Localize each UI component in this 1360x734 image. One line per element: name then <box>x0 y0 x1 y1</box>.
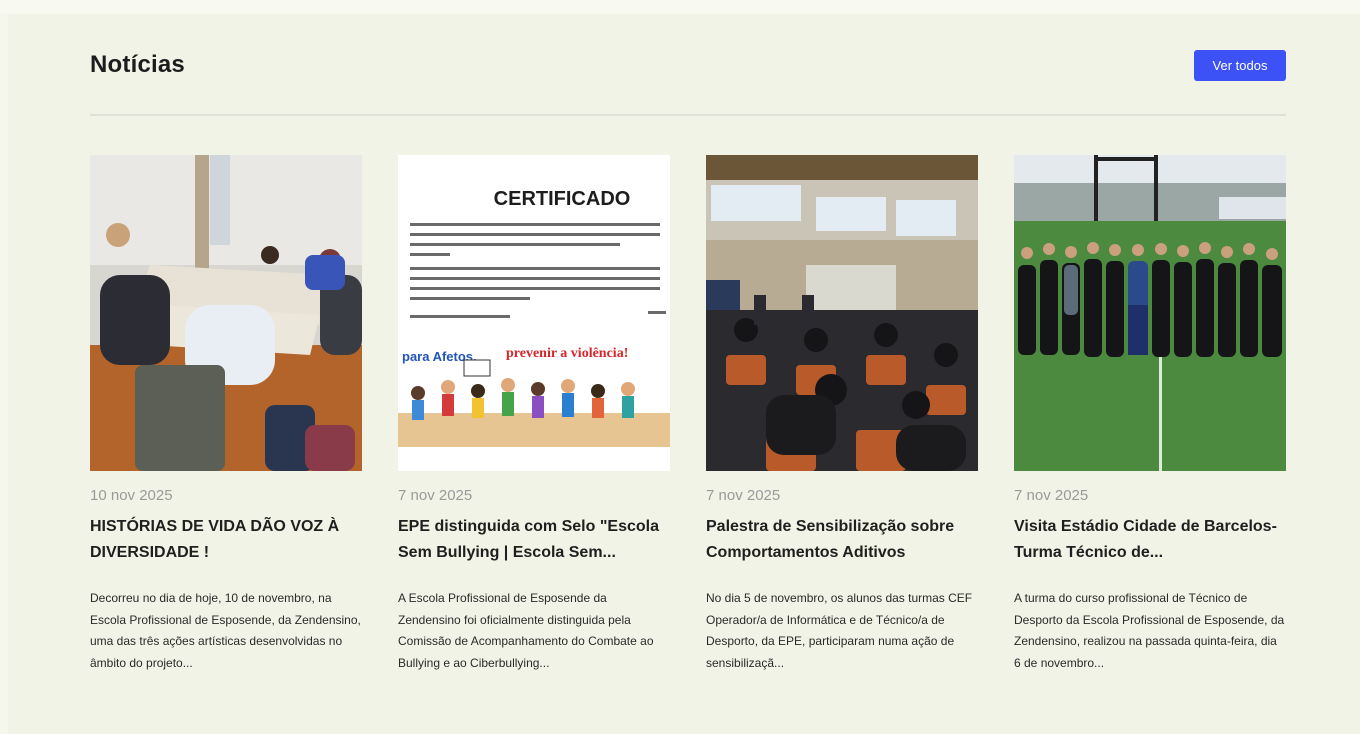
certificate-heading: CERTIFICADO <box>494 188 631 210</box>
news-date: 10 nov 2025 <box>90 487 173 504</box>
section-title: Notícias <box>90 51 185 78</box>
news-title[interactable]: Visita Estádio Cidade de Barcelos- Turma… <box>1014 514 1286 566</box>
section-divider <box>90 114 1286 116</box>
news-excerpt: A turma do curso profissional de Técnico… <box>1014 591 1285 670</box>
news-card[interactable]: 10 nov 2025 HISTÓRIAS DE VIDA DÃO VOZ À … <box>90 155 362 674</box>
news-card[interactable]: 7 nov 2025 Palestra de Sensibilização so… <box>706 155 978 674</box>
news-excerpt: Decorreu no dia de hoje, 10 de novembro,… <box>90 591 361 670</box>
news-excerpt: No dia 5 de novembro, os alunos das turm… <box>706 591 973 670</box>
news-excerpt: A Escola Profissional de Esposende da Ze… <box>398 591 654 670</box>
top-strip <box>0 0 1360 14</box>
news-image-stadium[interactable] <box>1014 155 1286 471</box>
news-date: 7 nov 2025 <box>398 487 473 504</box>
news-title[interactable]: HISTÓRIAS DE VIDA DÃO VOZ À DIVERSIDADE … <box>90 514 362 566</box>
news-card[interactable]: 7 nov 2025 Visita Estádio Cidade de Barc… <box>1014 155 1286 674</box>
see-all-button[interactable]: Ver todos <box>1194 50 1286 81</box>
news-date: 7 nov 2025 <box>1014 487 1089 504</box>
news-card[interactable]: CERTIFICADO para Afetos. prevenir a viol… <box>398 155 670 674</box>
news-image-classroom[interactable] <box>90 155 362 471</box>
news-title[interactable]: EPE distinguida com Selo "Escola Sem Bul… <box>398 514 670 566</box>
news-date: 7 nov 2025 <box>706 487 781 504</box>
news-title[interactable]: Palestra de Sensibilização sobre Comport… <box>706 514 978 566</box>
news-image-certificate[interactable]: CERTIFICADO para Afetos. prevenir a viol… <box>398 155 670 471</box>
news-image-auditorium[interactable] <box>706 155 978 471</box>
certificate-slogan-right: prevenir a violência! <box>506 346 628 361</box>
